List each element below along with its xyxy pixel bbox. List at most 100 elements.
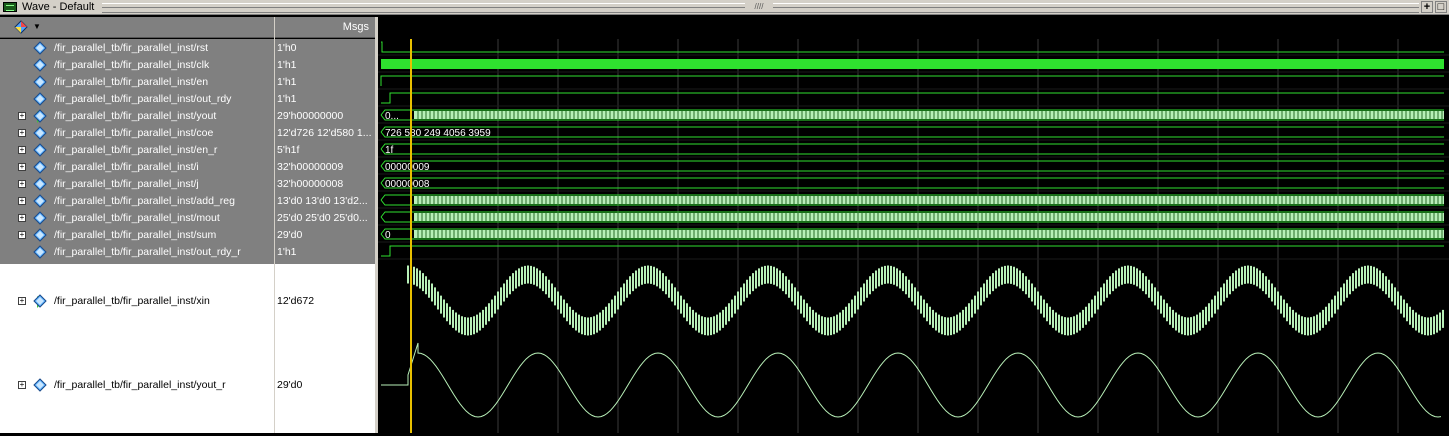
expand-icon[interactable]: +: [18, 297, 26, 305]
undock-button[interactable]: +: [1421, 1, 1433, 13]
signal-value-row[interactable]: 29'h00000000: [275, 107, 375, 124]
bit-wave: [381, 41, 1444, 53]
signal-value-row[interactable]: 1'h1: [275, 243, 375, 260]
signal-row[interactable]: /fir_parallel_tb/fir_parallel_inst/out_r…: [0, 90, 274, 107]
signal-value: 1'h1: [277, 76, 297, 88]
signal-row[interactable]: /fir_parallel_tb/fir_parallel_inst/en: [0, 73, 274, 90]
msgs-label: Msgs: [342, 21, 369, 33]
signal-name[interactable]: /fir_parallel_tb/fir_parallel_inst/xin: [54, 295, 210, 307]
pane-splitter[interactable]: [274, 17, 275, 433]
signal-value: 32'h00000008: [277, 178, 344, 190]
signal-value: 1'h1: [277, 59, 297, 71]
signal-row[interactable]: + /fir_parallel_tb/fir_parallel_inst/en_r: [0, 141, 274, 158]
expand-icon[interactable]: +: [18, 180, 26, 188]
signal-row[interactable]: + /fir_parallel_tb/fir_parallel_inst/sum: [0, 226, 274, 243]
signal-row[interactable]: + /fir_parallel_tb/fir_parallel_inst/yout…: [0, 337, 274, 433]
signal-icon: [33, 378, 47, 392]
window-title: Wave - Default: [22, 1, 95, 13]
signal-row[interactable]: + /fir_parallel_tb/fir_parallel_inst/add_…: [0, 192, 274, 209]
signal-icon: [33, 177, 47, 191]
signal-value: 29'd0: [277, 379, 303, 391]
signal-icon: [33, 126, 47, 140]
signal-value-row[interactable]: 12'd672: [275, 264, 375, 337]
signal-row[interactable]: /fir_parallel_tb/fir_parallel_inst/rst: [0, 39, 274, 56]
bit-wave: [380, 75, 1444, 86]
signal-value-row[interactable]: 1'h1: [275, 56, 375, 73]
signal-row[interactable]: + /fir_parallel_tb/fir_parallel_inst/mout: [0, 209, 274, 226]
signal-name[interactable]: /fir_parallel_tb/fir_parallel_inst/out_r…: [54, 246, 241, 258]
signal-name[interactable]: /fir_parallel_tb/fir_parallel_inst/add_r…: [54, 195, 235, 207]
signal-icon: [33, 160, 47, 174]
expand-icon[interactable]: +: [18, 231, 26, 239]
signal-row[interactable]: + /fir_parallel_tb/fir_parallel_inst/xin: [0, 264, 274, 337]
signal-icon: [33, 194, 47, 208]
yout-r-wave: [381, 342, 1442, 418]
signal-value: 25'd0 25'd0 25'd0...: [277, 212, 368, 224]
expand-icon[interactable]: +: [18, 129, 26, 137]
signal-value: 12'd726 12'd580 1...: [277, 127, 372, 139]
signal-name[interactable]: /fir_parallel_tb/fir_parallel_inst/i: [54, 161, 199, 173]
signal-value-row[interactable]: 1'h1: [275, 73, 375, 90]
signal-icon: [33, 211, 47, 225]
xin-wave: [407, 265, 1444, 336]
signal-name[interactable]: /fir_parallel_tb/fir_parallel_inst/en: [54, 76, 208, 88]
clk-wave: [381, 59, 1444, 69]
expand-icon[interactable]: +: [18, 381, 26, 389]
signal-icon: [33, 245, 47, 259]
signal-value-row[interactable]: 12'd726 12'd580 1...: [275, 124, 375, 141]
signal-name[interactable]: /fir_parallel_tb/fir_parallel_inst/en_r: [54, 144, 217, 156]
signal-icon: [33, 58, 47, 72]
signal-name[interactable]: /fir_parallel_tb/fir_parallel_inst/out_r…: [54, 93, 231, 105]
waveform-pane[interactable]: 0... 726 580 249 4056 3959 1f 00000009 00000…: [378, 17, 1449, 433]
signal-icon: [33, 41, 47, 55]
signal-value: 13'd0 13'd0 13'd2...: [277, 195, 368, 207]
maximize-button[interactable]: □: [1435, 1, 1447, 13]
signal-value-pane: 1'h0 1'h1 1'h1 1'h1 29'h00000000 12'd726 12'd…: [275, 39, 375, 433]
signal-row[interactable]: + /fir_parallel_tb/fir_parallel_inst/j: [0, 175, 274, 192]
bit-wave: [381, 92, 1444, 104]
bus-value-label: 00000009: [385, 162, 430, 173]
expand-icon[interactable]: +: [18, 112, 26, 120]
bus-bottom: [380, 131, 1444, 138]
expand-icon[interactable]: +: [18, 146, 26, 154]
expand-icon[interactable]: +: [18, 214, 26, 222]
signal-row[interactable]: /fir_parallel_tb/fir_parallel_inst/clk: [0, 56, 274, 73]
signal-icon: [33, 228, 47, 242]
signal-value-row[interactable]: 25'd0 25'd0 25'd0...: [275, 209, 375, 226]
signal-value-row[interactable]: 29'd0: [275, 337, 375, 433]
signal-value-row[interactable]: 1'h1: [275, 90, 375, 107]
bus-bottom: [380, 182, 1444, 189]
signal-name[interactable]: /fir_parallel_tb/fir_parallel_inst/clk: [54, 59, 209, 71]
signal-name[interactable]: /fir_parallel_tb/fir_parallel_inst/rst: [54, 42, 208, 54]
signal-value: 1'h1: [277, 93, 297, 105]
signal-name[interactable]: /fir_parallel_tb/fir_parallel_inst/coe: [54, 127, 213, 139]
signal-value-row[interactable]: 13'd0 13'd0 13'd2...: [275, 192, 375, 209]
signal-value-row[interactable]: 1'h0: [275, 39, 375, 56]
bit-wave: [381, 245, 1444, 257]
bus-value-label: 00000008: [385, 179, 430, 190]
signal-icon: [33, 75, 47, 89]
signal-value-row[interactable]: 32'h00000009: [275, 158, 375, 175]
drag-handle-icon[interactable]: ////: [745, 2, 773, 12]
signal-row[interactable]: + /fir_parallel_tb/fir_parallel_inst/coe: [0, 124, 274, 141]
signal-value-row[interactable]: 32'h00000008: [275, 175, 375, 192]
signal-value: 1'h1: [277, 246, 297, 258]
signal-icon: [33, 109, 47, 123]
signal-name[interactable]: /fir_parallel_tb/fir_parallel_inst/mout: [54, 212, 220, 224]
signal-row[interactable]: /fir_parallel_tb/fir_parallel_inst/out_r…: [0, 243, 274, 260]
signal-name[interactable]: /fir_parallel_tb/fir_parallel_inst/sum: [54, 229, 216, 241]
bus-top: [380, 177, 1444, 184]
chevron-down-icon[interactable]: ▼: [33, 22, 41, 31]
signal-name[interactable]: /fir_parallel_tb/fir_parallel_inst/yout_…: [54, 379, 226, 391]
signal-value-row[interactable]: 29'd0: [275, 226, 375, 243]
signal-color-tool-icon[interactable]: [14, 20, 28, 34]
signal-value-row[interactable]: 5'h1f: [275, 141, 375, 158]
signal-row[interactable]: + /fir_parallel_tb/fir_parallel_inst/i: [0, 158, 274, 175]
signal-name[interactable]: /fir_parallel_tb/fir_parallel_inst/j: [54, 178, 199, 190]
msgs-header: Msgs: [275, 17, 375, 38]
expand-icon[interactable]: +: [18, 197, 26, 205]
signal-name[interactable]: /fir_parallel_tb/fir_parallel_inst/yout: [54, 110, 216, 122]
expand-icon[interactable]: +: [18, 163, 26, 171]
waveform-canvas[interactable]: 0...726 580 249 4056 39591f0000000900000…: [378, 17, 1449, 433]
signal-row[interactable]: + /fir_parallel_tb/fir_parallel_inst/yout: [0, 107, 274, 124]
